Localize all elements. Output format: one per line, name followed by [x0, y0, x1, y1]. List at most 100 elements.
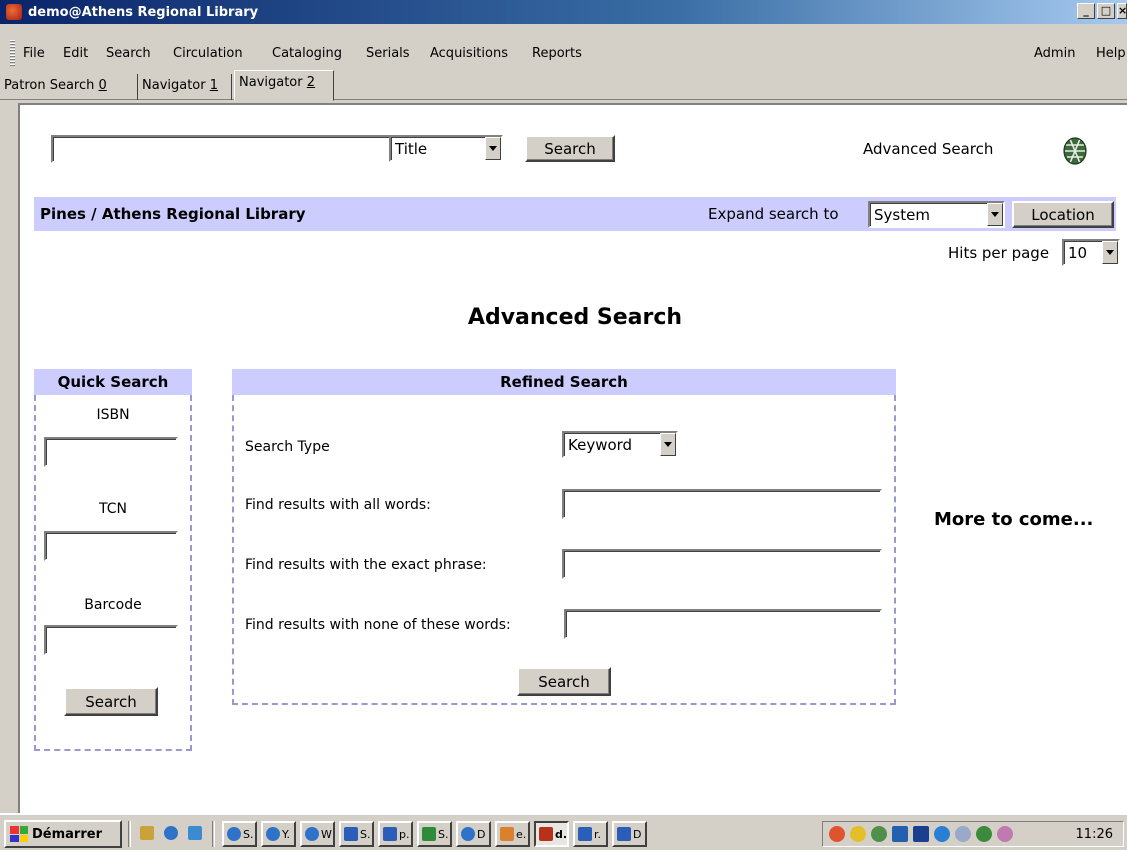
tab-number: 2	[306, 75, 316, 90]
task-word-p[interactable]: p.	[378, 821, 413, 847]
windows-logo-icon	[10, 826, 28, 842]
hits-per-page-label: Hits per page	[948, 244, 1050, 262]
task-excel-s[interactable]: S.	[417, 821, 452, 847]
tab-navigator-2[interactable]: Navigator 2	[234, 70, 334, 101]
tray-update-icon[interactable]	[976, 826, 992, 842]
barcode-input[interactable]	[44, 625, 178, 655]
tray-language-icon[interactable]	[913, 826, 929, 842]
task-ie-d[interactable]: D	[456, 821, 491, 847]
task-label: p.	[399, 827, 410, 841]
hits-per-page-value: 10	[1068, 243, 1088, 262]
chevron-down-icon[interactable]	[485, 137, 501, 160]
scope-select[interactable]: System	[868, 201, 1005, 228]
task-label: W	[321, 827, 332, 841]
word-icon	[383, 827, 397, 841]
close-button[interactable]: ×	[1117, 3, 1127, 19]
location-button[interactable]: Location	[1012, 201, 1114, 228]
task-label: r.	[594, 827, 602, 841]
task-label: S.	[243, 827, 254, 841]
menu-circulation[interactable]: Circulation	[173, 46, 243, 61]
tray-antivirus-icon[interactable]	[955, 826, 971, 842]
window-titlebar[interactable]: demo@Athens Regional Library _ □ ×	[0, 0, 1127, 24]
pinecone-logo-icon	[1063, 137, 1087, 165]
task-word-r[interactable]: r.	[573, 821, 608, 847]
browser-content: Title Search Advanced Search Pines / Ath…	[18, 103, 1127, 813]
isbn-input[interactable]	[44, 437, 178, 467]
menu-edit[interactable]: Edit	[63, 46, 88, 61]
all-words-input[interactable]	[562, 489, 882, 519]
ie-icon	[227, 827, 241, 841]
maximize-button[interactable]: □	[1097, 3, 1115, 19]
menu-cataloging[interactable]: Cataloging	[272, 46, 342, 61]
search-type-select[interactable]: Title	[389, 135, 503, 162]
tab-patron-search[interactable]: Patron Search 0	[0, 74, 138, 100]
task-ie-s[interactable]: S.	[222, 821, 257, 847]
evergreen-icon	[539, 827, 553, 841]
menu-help[interactable]: Help	[1096, 46, 1127, 61]
none-words-input[interactable]	[564, 609, 882, 639]
tray-network-icon[interactable]	[871, 826, 887, 842]
task-ie-y[interactable]: Y.	[261, 821, 296, 847]
tcn-input[interactable]	[44, 531, 178, 561]
taskbar-clock[interactable]: 11:26	[1076, 827, 1113, 842]
menu-acquisitions[interactable]: Acquisitions	[430, 46, 508, 61]
menu-reports[interactable]: Reports	[532, 46, 582, 61]
minimize-button[interactable]: _	[1077, 3, 1095, 19]
task-word-s[interactable]: S.	[339, 821, 374, 847]
tab-number: 1	[209, 78, 219, 93]
task-label: D	[633, 827, 642, 841]
start-button[interactable]: Démarrer	[4, 820, 122, 848]
tray-app-icon[interactable]	[997, 826, 1013, 842]
task-label: e.	[516, 827, 527, 841]
more-to-come-text: More to come...	[934, 509, 1094, 530]
search-type-label: Search Type	[245, 439, 330, 455]
chevron-down-icon[interactable]	[1102, 241, 1118, 264]
refined-search-button[interactable]: Search	[517, 667, 611, 696]
refined-search-header: Refined Search	[232, 369, 896, 395]
exact-phrase-label: Find results with the exact phrase:	[245, 557, 487, 573]
taskbar: Démarrer S. Y. W S. p. S. D e. d. r. D 1…	[0, 813, 1127, 850]
quick-search-button[interactable]: Search	[64, 687, 158, 716]
excel-icon	[422, 827, 436, 841]
ie-icon	[305, 827, 319, 841]
refined-search-panel: Search Type Keyword Find results with al…	[232, 395, 896, 705]
taskbar-separator	[128, 821, 131, 847]
page-title: Advanced Search	[467, 305, 683, 330]
menu-serials[interactable]: Serials	[366, 46, 410, 61]
top-search-button[interactable]: Search	[525, 135, 615, 162]
tray-lightning-icon[interactable]	[850, 826, 866, 842]
chevron-down-icon[interactable]	[660, 433, 676, 456]
ie-icon[interactable]	[164, 826, 178, 840]
menubar: File Edit Search Circulation Cataloging …	[0, 46, 1127, 66]
menu-search[interactable]: Search	[106, 46, 151, 61]
word-icon	[617, 827, 631, 841]
task-evergreen-d[interactable]: d.	[534, 821, 569, 847]
quick-search-panel: ISBN TCN Barcode Search	[34, 395, 192, 751]
task-word-d[interactable]: D	[612, 821, 647, 847]
hits-per-page-select[interactable]: 10	[1062, 239, 1120, 266]
tray-monitor-icon[interactable]	[892, 826, 908, 842]
tray-security-icon[interactable]	[829, 826, 845, 842]
advanced-search-link[interactable]: Advanced Search	[863, 140, 993, 158]
tab-label: Patron Search	[4, 78, 95, 93]
chevron-down-icon[interactable]	[987, 203, 1003, 226]
tab-navigator-1[interactable]: Navigator 1	[138, 74, 232, 100]
show-desktop-icon[interactable]	[140, 826, 154, 840]
task-ie-w[interactable]: W	[300, 821, 335, 847]
menu-admin[interactable]: Admin	[1034, 46, 1075, 61]
top-search-input[interactable]	[51, 135, 391, 163]
exact-phrase-input[interactable]	[562, 549, 882, 579]
task-label: S.	[438, 827, 449, 841]
task-label: d.	[555, 827, 568, 841]
task-app-e[interactable]: e.	[495, 821, 530, 847]
barcode-label: Barcode	[84, 597, 142, 613]
quick-search-header: Quick Search	[34, 369, 192, 395]
library-name: Pines / Athens Regional Library	[40, 205, 306, 223]
expand-search-label: Expand search to	[708, 205, 839, 223]
outlook-icon[interactable]	[188, 826, 202, 840]
menu-file[interactable]: File	[23, 46, 45, 61]
tray-messenger-icon[interactable]	[934, 826, 950, 842]
refined-search-type-select[interactable]: Keyword	[562, 431, 678, 458]
app-icon	[6, 4, 22, 20]
refined-search-type-value: Keyword	[568, 435, 633, 454]
